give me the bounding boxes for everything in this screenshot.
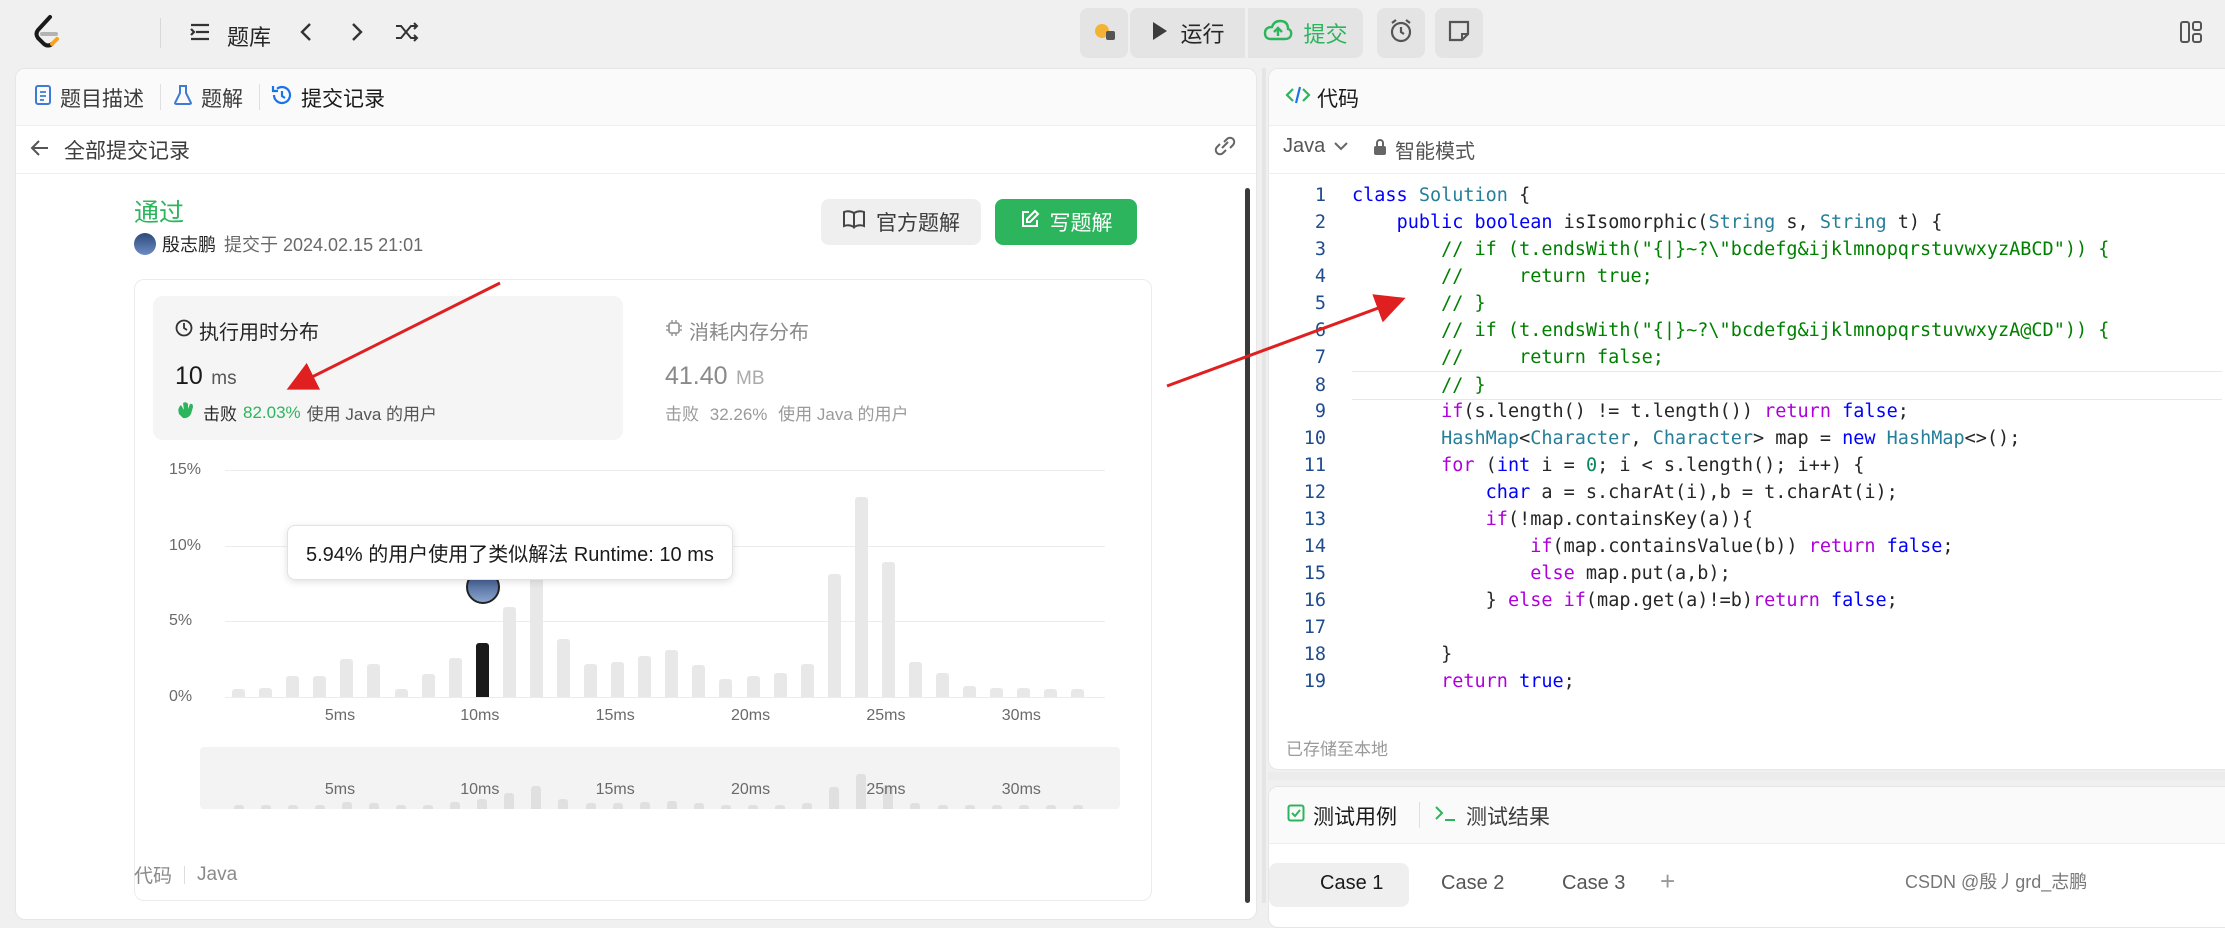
red-arrow-code [1166,294,1406,388]
red-arrow-runtime [286,281,501,390]
annotation-arrows [286,281,1406,390]
